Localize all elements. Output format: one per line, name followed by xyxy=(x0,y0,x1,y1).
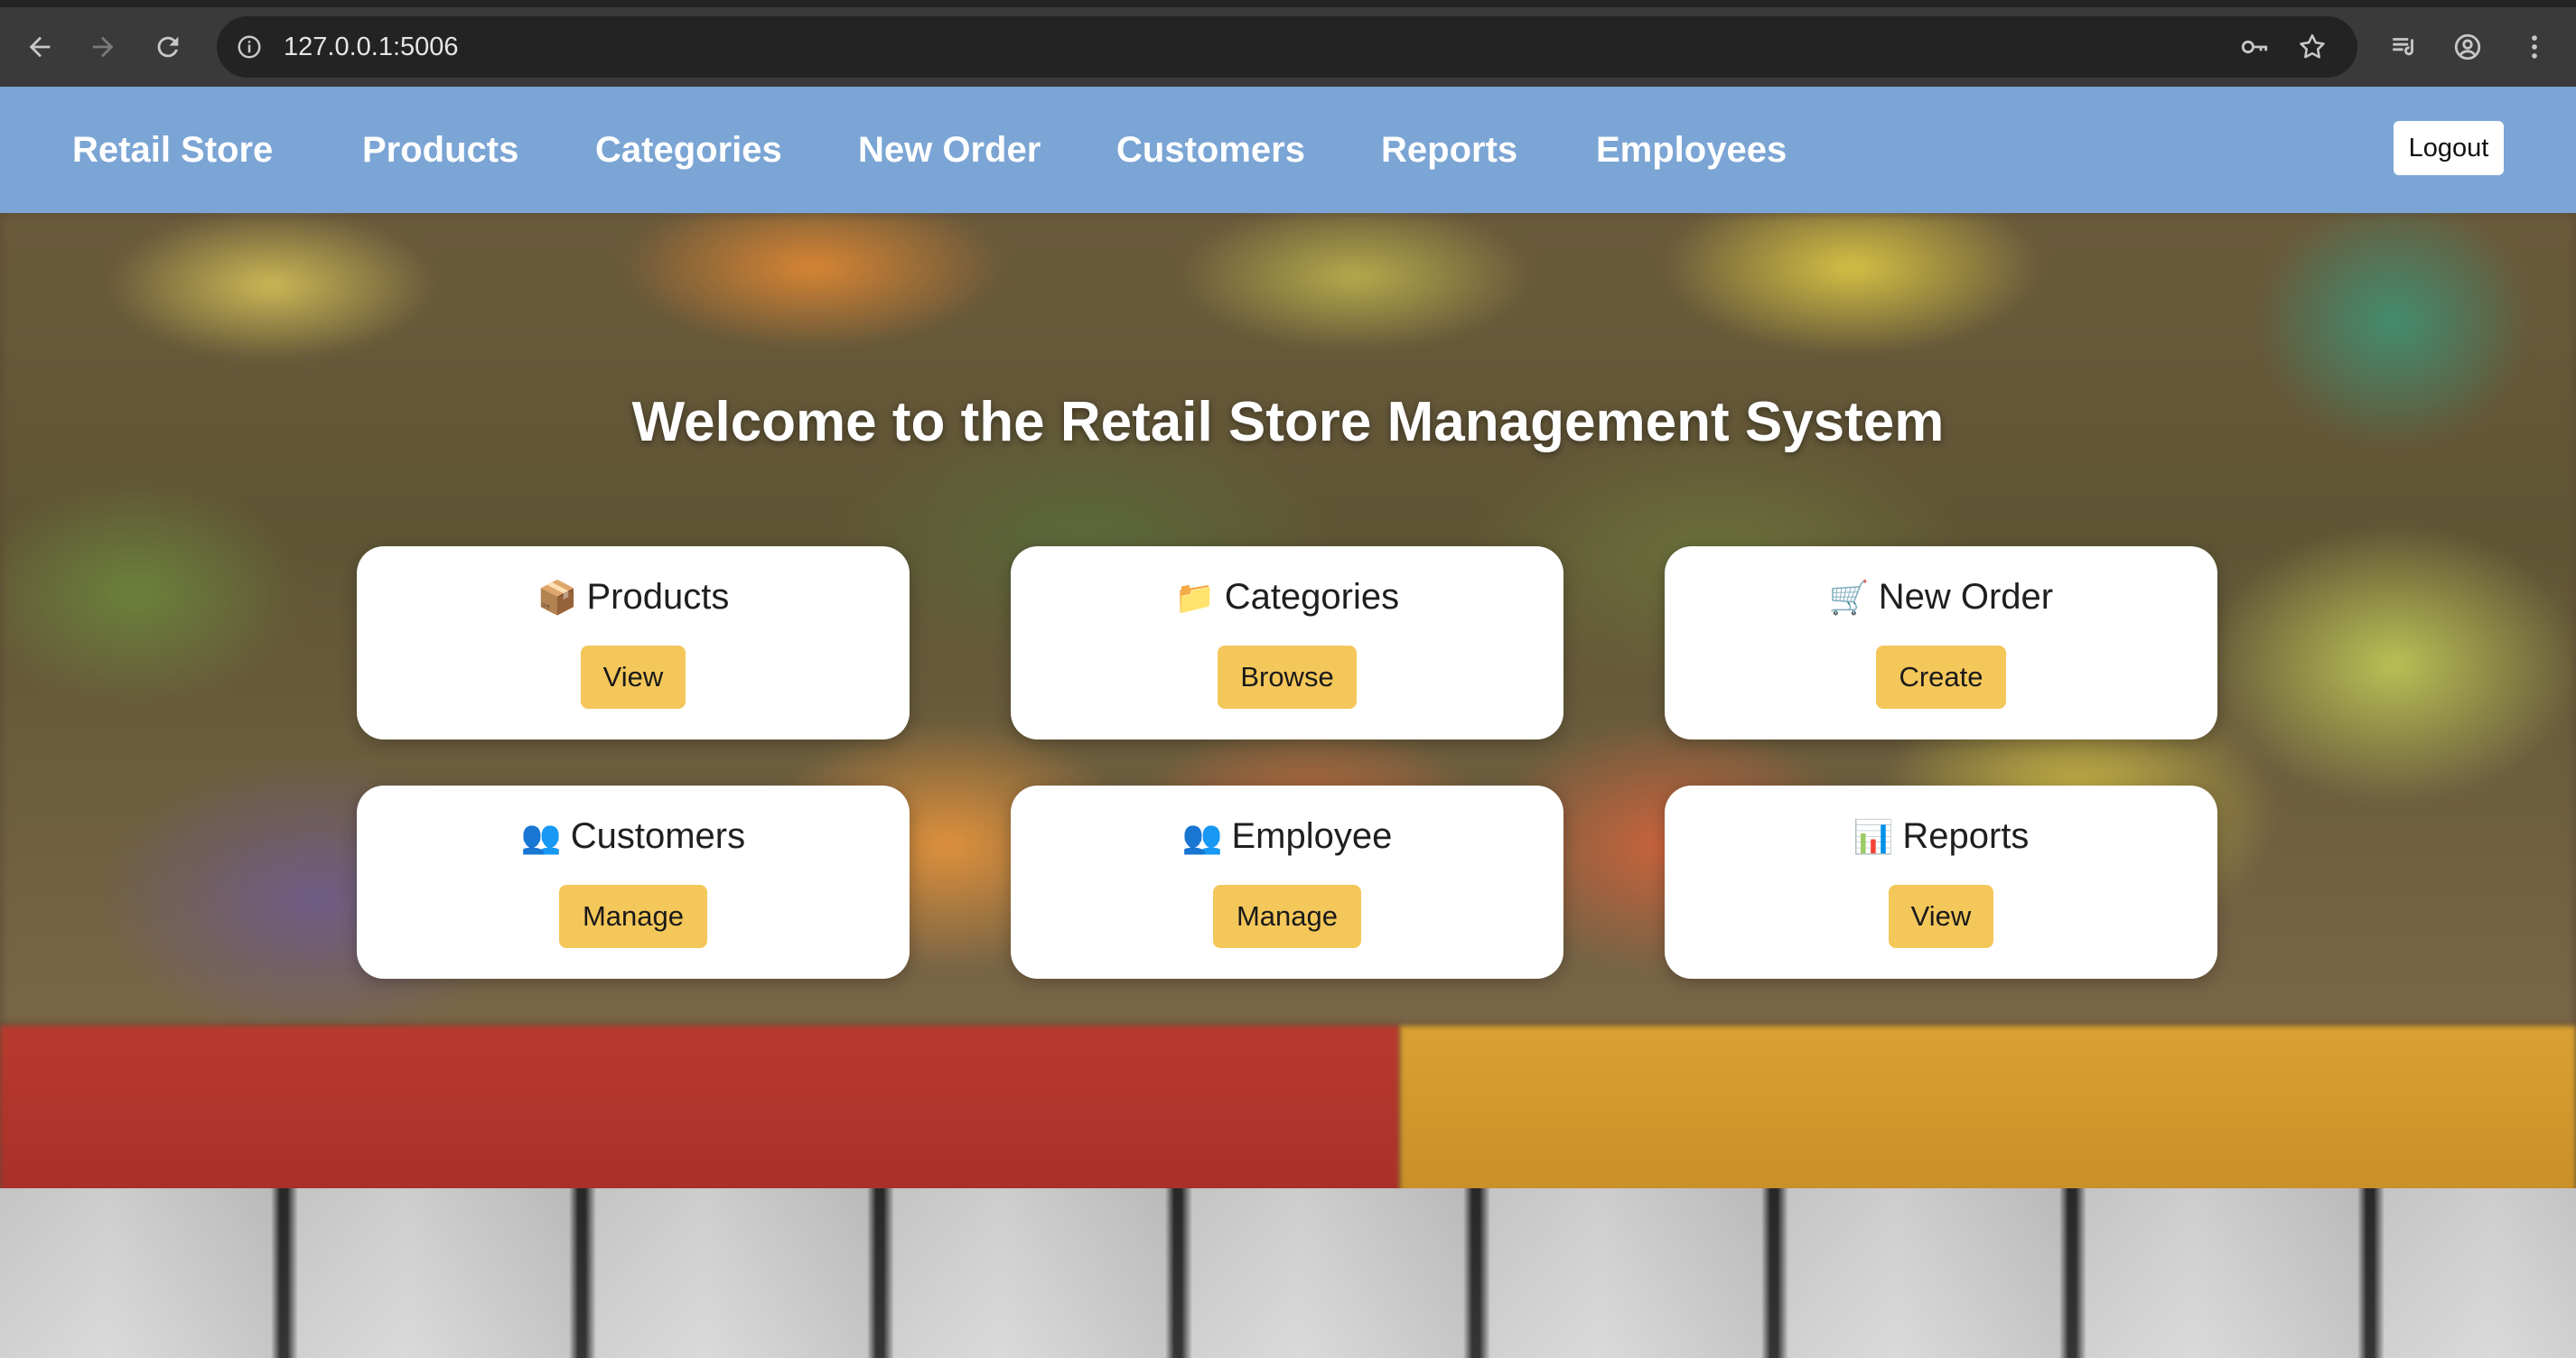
nav-link-customers[interactable]: Customers xyxy=(1116,87,1305,213)
package-icon: 📦 xyxy=(537,580,578,617)
cart-icon: 🛒 xyxy=(1828,580,1870,617)
brand-link[interactable]: Retail Store xyxy=(72,87,273,213)
bookmark-star-icon[interactable] xyxy=(2294,29,2330,65)
reload-icon[interactable] xyxy=(141,20,195,74)
card-reports: 📊 Reports View xyxy=(1665,786,2217,979)
customers-manage-button[interactable]: Manage xyxy=(559,885,707,948)
nav-link-categories[interactable]: Categories xyxy=(595,87,782,213)
forward-icon[interactable] xyxy=(76,20,130,74)
wooden-table-image xyxy=(0,1188,2576,1358)
employee-manage-button[interactable]: Manage xyxy=(1213,885,1361,948)
site-info-icon[interactable] xyxy=(231,29,267,65)
card-title: 📦 Products xyxy=(357,577,910,618)
people-icon: 👥 xyxy=(1181,819,1223,856)
card-title-text: Employee xyxy=(1231,816,1393,856)
main-navbar: Retail Store Products Categories New Ord… xyxy=(0,87,2576,213)
profile-icon[interactable] xyxy=(2441,20,2495,74)
card-new-order: 🛒 New Order Create xyxy=(1665,546,2217,739)
card-title: 🛒 New Order xyxy=(1665,577,2217,618)
reports-view-button[interactable]: View xyxy=(1889,885,1993,948)
card-title: 📊 Reports xyxy=(1665,816,2217,857)
card-title: 📁 Categories xyxy=(1011,577,1563,618)
folder-icon: 📁 xyxy=(1174,580,1216,617)
url-text[interactable]: 127.0.0.1:5006 xyxy=(284,16,459,78)
products-view-button[interactable]: View xyxy=(581,646,686,709)
counter-red-panel xyxy=(0,1026,1400,1197)
media-control-icon[interactable] xyxy=(2377,20,2431,74)
nav-link-new-order[interactable]: New Order xyxy=(858,87,1041,213)
categories-browse-button[interactable]: Browse xyxy=(1218,646,1357,709)
card-employee: 👥 Employee Manage xyxy=(1011,786,1563,979)
browser-toolbar: 127.0.0.1:5006 xyxy=(0,0,2576,87)
card-title-text: Customers xyxy=(570,816,746,856)
new-order-create-button[interactable]: Create xyxy=(1876,646,2006,709)
counter-yellow-panel xyxy=(1400,1026,2576,1197)
people-icon: 👥 xyxy=(520,819,562,856)
card-customers: 👥 Customers Manage xyxy=(357,786,910,979)
card-title-text: New Order xyxy=(1878,577,2054,617)
card-products: 📦 Products View xyxy=(357,546,910,739)
logout-button[interactable]: Logout xyxy=(2394,121,2504,175)
address-bar[interactable]: 127.0.0.1:5006 xyxy=(217,16,2357,78)
card-title: 👥 Customers xyxy=(357,816,910,857)
password-key-icon[interactable] xyxy=(2236,29,2273,65)
nav-link-reports[interactable]: Reports xyxy=(1381,87,1517,213)
page-title: Welcome to the Retail Store Management S… xyxy=(631,391,1945,453)
nav-link-employees[interactable]: Employees xyxy=(1596,87,1787,213)
bar-chart-icon: 📊 xyxy=(1853,819,1894,856)
card-title-text: Reports xyxy=(1902,816,2030,856)
card-title-text: Products xyxy=(586,577,730,617)
card-title-text: Categories xyxy=(1224,577,1400,617)
card-categories: 📁 Categories Browse xyxy=(1011,546,1563,739)
menu-kebab-icon[interactable] xyxy=(2507,20,2562,74)
back-icon[interactable] xyxy=(13,20,67,74)
nav-link-products[interactable]: Products xyxy=(362,87,518,213)
card-title: 👥 Employee xyxy=(1011,816,1563,857)
